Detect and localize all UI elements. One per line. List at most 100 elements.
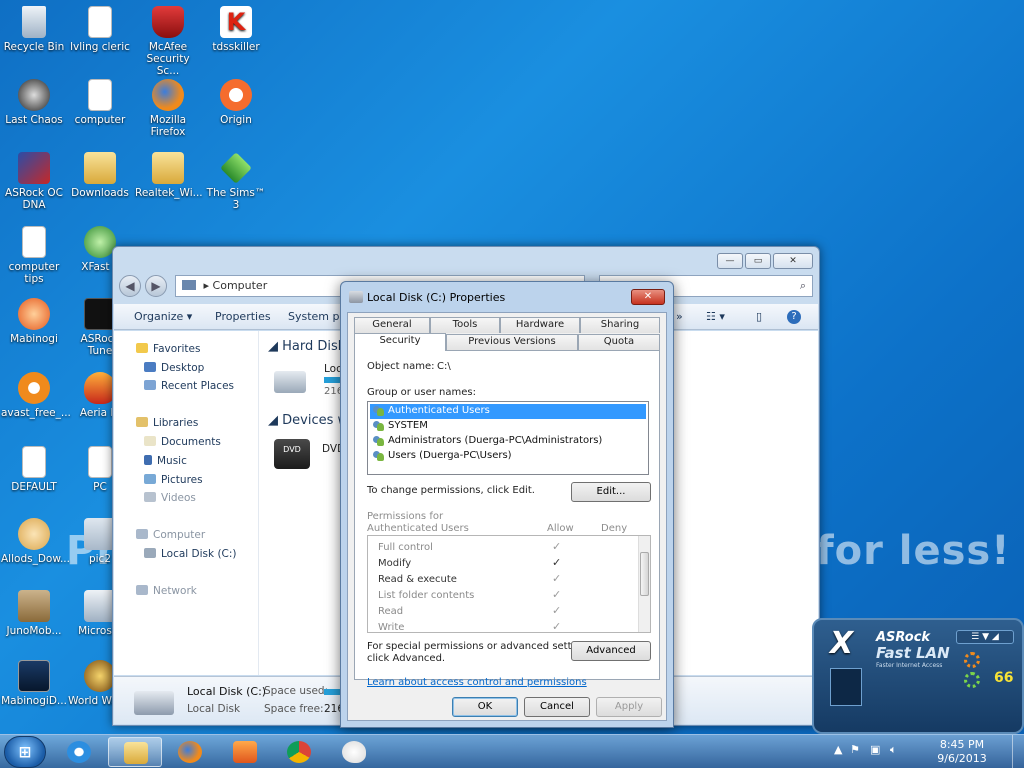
text-document-icon (22, 446, 46, 478)
taskbar-firefox[interactable] (163, 737, 217, 767)
user-list[interactable]: Authenticated Users SYSTEM Administrator… (367, 401, 649, 475)
drive-icon (144, 548, 156, 558)
preview-pane-icon[interactable]: ▯ (756, 310, 762, 323)
widget-status-icon-2 (964, 672, 980, 688)
apply-button[interactable]: Apply (596, 697, 662, 717)
show-hidden-icons-icon[interactable]: ▲ (834, 743, 842, 756)
desktop-icon-recycle-bin[interactable]: Recycle Bin (1, 6, 67, 53)
taskbar-internet-explorer[interactable] (52, 737, 106, 767)
window-caption-buttons: — ▭ ✕ (717, 253, 813, 269)
desktop-icon-allods[interactable]: Allods_Dow... (1, 518, 70, 565)
user-administrators[interactable]: Administrators (Duerga-PC\Administrators… (370, 434, 646, 449)
desktop-icon-downloads[interactable]: Downloads (67, 152, 133, 199)
tab-security[interactable]: Security (354, 333, 446, 351)
view-options-icon[interactable]: ☷ ▾ (706, 310, 725, 323)
tab-hardware[interactable]: Hardware (500, 317, 580, 333)
drive-item-local-disk[interactable]: Loc 216 (274, 361, 354, 401)
show-desktop-button[interactable] (1012, 735, 1024, 768)
widget-brand-x: X (830, 626, 854, 661)
desktop-icon-label: Origin (220, 114, 252, 126)
desktop-icon-sims3[interactable]: The Sims™ 3 (203, 152, 269, 211)
nav-videos[interactable]: Videos (144, 492, 196, 504)
network-icon[interactable]: ▣ (870, 743, 880, 756)
desktop-icon-mabinogid[interactable]: MabinogiD... (1, 660, 67, 707)
cancel-button[interactable]: Cancel (524, 697, 590, 717)
forward-button[interactable]: ▶ (145, 275, 167, 297)
nav-network[interactable]: Network (136, 585, 197, 597)
desktop-icon-computer-tips[interactable]: computer tips (1, 226, 67, 285)
taskbar-media-player[interactable] (218, 737, 272, 767)
media-player-icon (233, 741, 257, 763)
sims-plumbob-icon (220, 152, 252, 184)
ok-button[interactable]: OK (452, 697, 518, 717)
desktop-icon-label: The Sims™ 3 (206, 187, 266, 211)
allow-column-header: Allow (547, 523, 574, 534)
tab-sharing[interactable]: Sharing (580, 317, 660, 333)
scrollbar-thumb[interactable] (640, 552, 649, 596)
desktop-icon-avast[interactable]: avast_free_... (1, 372, 71, 419)
deny-column-header: Deny (601, 523, 628, 534)
start-button[interactable]: ⊞ (4, 736, 46, 768)
nav-music[interactable]: Music (144, 455, 187, 467)
nav-label: Pictures (161, 474, 203, 486)
tab-previous-versions[interactable]: Previous Versions (446, 334, 578, 350)
properties-dialog[interactable]: Local Disk (C:) Properties ✕ General Too… (340, 281, 674, 728)
desktop-icon-firefox[interactable]: Mozilla Firefox (135, 79, 201, 138)
nav-recent-places[interactable]: Recent Places (144, 380, 234, 392)
desktop-icon-lvling-cleric[interactable]: lvling cleric (67, 6, 133, 53)
tab-general[interactable]: General (354, 317, 430, 333)
asrock-xfast-lan-widget[interactable]: X ASRock Fast LAN Faster Internet Access… (812, 618, 1024, 734)
desktop-icon-tdsskiller[interactable]: K tdsskiller (203, 6, 269, 53)
desktop-icon-computer[interactable]: computer (67, 79, 133, 126)
desktop-icon-asrock-oc-dna[interactable]: ASRock OC DNA (1, 152, 67, 211)
nav-desktop[interactable]: Desktop (144, 362, 204, 374)
permissions-scrollbar[interactable] (638, 536, 650, 632)
nav-label: Documents (161, 436, 221, 448)
desktop-icon-label: McAfee Security Sc... (146, 41, 190, 77)
desktop-icon-realtek[interactable]: Realtek_Wi... (135, 152, 203, 199)
desktop-icon-default[interactable]: DEFAULT (1, 446, 67, 493)
tab-quota[interactable]: Quota (578, 334, 660, 350)
user-users[interactable]: Users (Duerga-PC\Users) (370, 449, 646, 464)
widget-menu-button[interactable]: ☰ ▼ ◢ (956, 630, 1014, 644)
nav-computer[interactable]: Computer (136, 529, 205, 541)
taskbar-chrome[interactable] (272, 737, 326, 767)
advanced-button[interactable]: Advanced (571, 641, 651, 661)
learn-access-control-link[interactable]: Learn about access control and permissio… (367, 677, 587, 688)
flag-icon[interactable]: ⚑ (850, 743, 860, 756)
desktop-icon-last-chaos[interactable]: Last Chaos (1, 79, 67, 126)
taskbar-paint[interactable] (327, 737, 381, 767)
nav-pictures[interactable]: Pictures (144, 474, 203, 486)
user-system[interactable]: SYSTEM (370, 419, 646, 434)
more-options-icon[interactable]: » (676, 310, 683, 323)
nav-favorites[interactable]: Favorites (136, 343, 200, 355)
volume-icon[interactable]: 🔈︎ (890, 743, 897, 757)
user-name: Authenticated Users (388, 405, 490, 416)
desktop-icon-mabinogi[interactable]: Mabinogi (1, 298, 67, 345)
edit-button[interactable]: Edit... (571, 482, 651, 502)
close-button[interactable]: ✕ (773, 253, 813, 269)
taskbar-explorer[interactable] (108, 737, 162, 767)
mabinogi-icon (18, 298, 50, 330)
breadcrumb-computer[interactable]: Computer (213, 279, 268, 292)
maximize-button[interactable]: ▭ (745, 253, 771, 269)
group-heading-hard-disk[interactable]: ◢ Hard Disk (268, 339, 345, 354)
folder-icon (84, 152, 116, 184)
minimize-button[interactable]: — (717, 253, 743, 269)
text-document-icon (22, 226, 46, 258)
organize-menu[interactable]: Organize ▾ (134, 310, 192, 323)
back-button[interactable]: ◀ (119, 275, 141, 297)
properties-command[interactable]: Properties (215, 310, 271, 323)
dialog-close-button[interactable]: ✕ (631, 289, 665, 305)
clock[interactable]: 8:45 PM 9/6/2013 (922, 738, 1002, 766)
help-icon[interactable]: ? (787, 310, 801, 324)
desktop-icon-mcafee[interactable]: McAfee Security Sc... (135, 6, 201, 77)
nav-local-disk[interactable]: Local Disk (C:) (144, 548, 237, 560)
nav-libraries[interactable]: Libraries (136, 417, 198, 429)
desktop-icon-origin[interactable]: Origin (203, 79, 269, 126)
widget-value: 66 (994, 670, 1014, 686)
user-authenticated-users[interactable]: Authenticated Users (370, 404, 646, 419)
nav-documents[interactable]: Documents (144, 436, 221, 448)
tab-tools[interactable]: Tools (430, 317, 500, 333)
desktop-icon-junomob[interactable]: JunoMob... (1, 590, 67, 637)
